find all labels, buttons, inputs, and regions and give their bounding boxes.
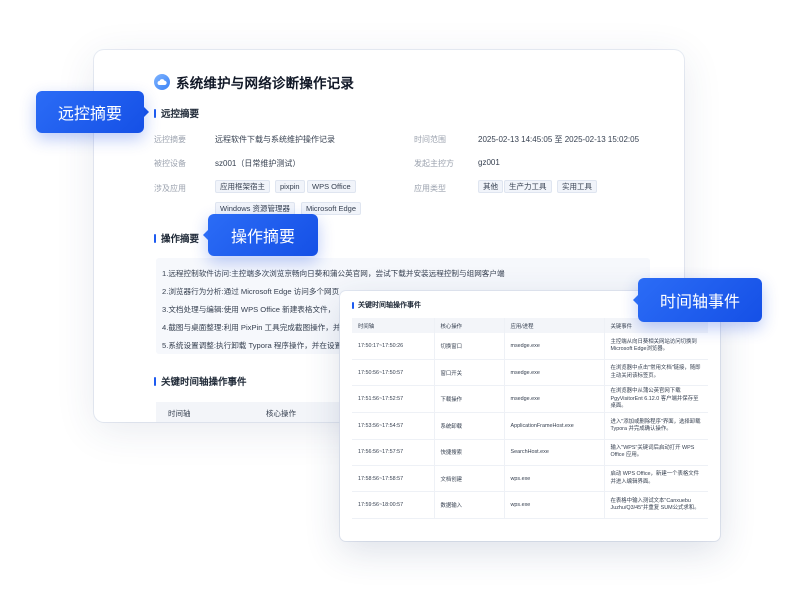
callout-remote-label: 远控摘要 xyxy=(57,106,122,123)
table-row: 17:58:56~17:58:57 文档创建 wps.exe 启动 WPS Of… xyxy=(352,465,708,493)
mini-table-header: 时间轴 核心操作 xyxy=(156,402,356,422)
cell-op: 切换窗口 xyxy=(434,333,505,360)
cell-time: 17:58:56~17:58:57 xyxy=(352,465,435,493)
col-time-header: 时间轴 xyxy=(352,318,435,333)
timeline-panel-title: 关键时间轴操作事件 xyxy=(358,302,421,309)
cell-time: 17:51:56~17:52:57 xyxy=(352,385,435,414)
table-row: 17:50:56~17:50:57 窗口开关 msedge.exe 在浏览器中点… xyxy=(352,359,708,387)
ops-section-title: 操作摘要 xyxy=(161,234,200,245)
callout-timeline: 时间轴事件 xyxy=(633,278,762,322)
report-title: 系统维护与网络诊断操作记录 xyxy=(176,76,355,91)
cell-op: 文档创建 xyxy=(434,465,505,493)
cell-op: 下载操作 xyxy=(434,385,505,414)
ops-section-heading: 操作摘要 xyxy=(154,231,199,245)
remote-section-title: 远控摘要 xyxy=(161,109,200,120)
ops-line: 1.远程控制软件访问:主控端多次浏览京畅向日葵和蒲公英官网，尝试下载并安装远程控… xyxy=(162,269,505,278)
section-marker xyxy=(154,108,156,118)
callout-timeline-label: 时间轴事件 xyxy=(659,294,740,311)
col-op-header: 核心操作 xyxy=(434,318,505,333)
app-type-label: 应用类型 xyxy=(414,184,446,193)
cell-time: 17:50:17~17:50:26 xyxy=(352,333,435,360)
cell-desc: 在表格中输入测试文本"Canxuebu Juzhu/Q3/45"并重复 SUM公… xyxy=(604,491,708,519)
time-range-label: 时间范围 xyxy=(414,135,446,144)
timeline-section-title: 关键时间轴操作事件 xyxy=(161,377,247,388)
section-marker xyxy=(154,233,156,243)
cell-desc: 在浏览器中点击"常用文档"链接，随即主动关闭该标签页。 xyxy=(604,359,708,387)
cell-op: 系统卸载 xyxy=(434,412,505,440)
cloud-icon xyxy=(154,74,170,90)
callout-ops-label: 操作摘要 xyxy=(230,229,295,246)
timeline-panel: 关键时间轴操作事件 时间轴 核心操作 应用/进程 关键事件 17:50:17~1… xyxy=(340,291,720,541)
section-marker xyxy=(154,376,156,386)
cell-time: 17:50:56~17:50:57 xyxy=(352,359,435,387)
mini-header-time: 时间轴 xyxy=(168,408,191,418)
cell-desc: 主控端从向日葵相关网站访问切换到 Microsoft Edge浏览器。 xyxy=(604,333,708,360)
cell-proc: SearchHost.exe xyxy=(504,439,605,466)
cell-proc: wps.exe xyxy=(504,465,605,493)
table-row: 17:53:56~17:54:57 系统卸载 ApplicationFrameH… xyxy=(352,412,708,440)
cell-op: 快捷搜索 xyxy=(434,439,505,466)
cell-desc: 启动 WPS Office，新建一个表格文件并进入编辑界面。 xyxy=(604,465,708,493)
ops-line: 4.截图与桌面整理:利用 PixPin 工具完成截图操作，并 xyxy=(162,323,341,332)
stage: 系统维护与网络诊断操作记录 远控摘要 远控摘要 远程软件下载与系统维护操作记录 … xyxy=(0,0,800,600)
app-tag: WPS Office xyxy=(307,180,356,193)
app-type-tag: 其他 xyxy=(478,180,503,193)
callout-arrow xyxy=(203,230,208,240)
app-type-tag: 生产力工具 xyxy=(504,180,552,193)
table-row: 17:51:56~17:52:57 下载操作 msedge.exe 在浏览器中从… xyxy=(352,385,708,414)
cell-time: 17:59:56~18:00:57 xyxy=(352,491,435,519)
cell-proc: ApplicationFrameHost.exe xyxy=(504,412,605,440)
ops-line: 5.系统设置调整:执行卸载 Typora 程序操作，并在设置 xyxy=(162,341,343,350)
cell-desc: 输入"WPS"关键词后启动打开 WPS Office 应用。 xyxy=(604,439,708,466)
app-type-tag: 实用工具 xyxy=(557,180,597,193)
table-row: 17:56:56~17:57:57 快捷搜索 SearchHost.exe 输入… xyxy=(352,439,708,466)
callout-remote: 远控摘要 xyxy=(36,91,149,133)
cell-desc: 进入"添加或删除程序"界面，选择卸载 Typora 并完成确认操作。 xyxy=(604,412,708,440)
timeline-section-heading: 关键时间轴操作事件 xyxy=(154,374,247,388)
initiator-value: gz001 xyxy=(478,158,500,167)
report-header: 系统维护与网络诊断操作记录 xyxy=(154,72,354,92)
callout-arrow xyxy=(144,107,149,117)
cell-proc: wps.exe xyxy=(504,491,605,519)
cell-time: 17:53:56~17:54:57 xyxy=(352,412,435,440)
cell-proc: msedge.exe xyxy=(504,333,605,360)
cell-time: 17:56:56~17:57:57 xyxy=(352,439,435,466)
timeline-panel-heading: 关键时间轴操作事件 xyxy=(352,300,421,310)
col-proc-header: 应用/进程 xyxy=(504,318,605,333)
remote-section-heading: 远控摘要 xyxy=(154,106,199,120)
apps-label: 涉及应用 xyxy=(154,184,186,193)
callout-ops: 操作摘要 xyxy=(203,214,318,256)
summary-label: 远控摘要 xyxy=(154,135,186,144)
cell-op: 数据输入 xyxy=(434,491,505,519)
callout-arrow xyxy=(633,295,638,305)
cell-proc: msedge.exe xyxy=(504,385,605,414)
section-marker xyxy=(352,301,354,309)
cell-desc: 在浏览器中从蒲公英官网下载 PgyVisitorEnt 6.12.0 客户端并保… xyxy=(604,385,708,414)
device-value: sz001（日常维护测试） xyxy=(215,159,301,168)
device-label: 被控设备 xyxy=(154,159,186,168)
summary-value: 远程软件下载与系统维护操作记录 xyxy=(215,135,335,144)
ops-line: 3.文档处理与编辑:使用 WPS Office 新建表格文件， xyxy=(162,305,336,314)
table-row: 17:59:56~18:00:57 数据输入 wps.exe 在表格中输入测试文… xyxy=(352,491,708,519)
app-tag: pixpin xyxy=(275,180,305,193)
app-tag: 应用框架宿主 xyxy=(215,180,270,193)
time-range-value: 2025-02-13 14:45:05 至 2025-02-13 15:02:0… xyxy=(478,135,640,144)
cell-proc: msedge.exe xyxy=(504,359,605,387)
initiator-label: 发起主控方 xyxy=(414,159,454,168)
timeline-table: 时间轴 核心操作 应用/进程 关键事件 17:50:17~17:50:26 切换… xyxy=(352,318,708,519)
ops-line: 2.浏览器行为分析:通过 Microsoft Edge 访问多个网页 xyxy=(162,287,340,296)
cell-op: 窗口开关 xyxy=(434,359,505,387)
table-row: 17:50:17~17:50:26 切换窗口 msedge.exe 主控端从向日… xyxy=(352,333,708,360)
